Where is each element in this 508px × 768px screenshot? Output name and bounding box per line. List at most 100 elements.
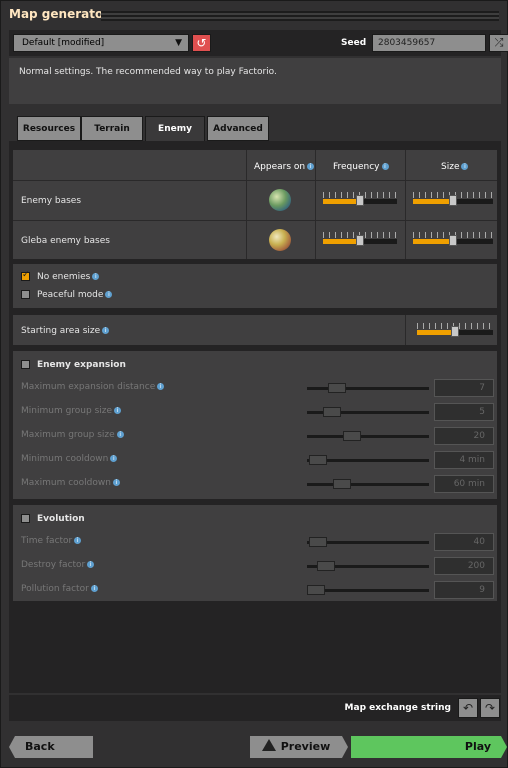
- evolution-setting-value-field[interactable]: 40: [434, 533, 494, 551]
- evolution-setting-slider[interactable]: [307, 561, 429, 571]
- map-exchange-string-label: Map exchange string: [344, 703, 451, 713]
- expansion-setting-slider[interactable]: [307, 479, 429, 489]
- slider-knob: [317, 561, 335, 571]
- enemy-bases-frequency-slider[interactable]: [323, 192, 397, 206]
- back-button[interactable]: Back: [9, 736, 93, 758]
- expansion-setting-slider[interactable]: [307, 455, 429, 465]
- info-icon: i: [110, 455, 118, 462]
- slider-knob: [333, 479, 351, 489]
- expansion-setting-slider[interactable]: [307, 407, 429, 417]
- expansion-setting-label: Minimum cooldown i: [21, 454, 118, 464]
- info-icon: i: [92, 273, 100, 280]
- export-icon: ↷: [484, 701, 496, 715]
- slider-knob: [309, 455, 327, 465]
- window-title: Map generator: [9, 7, 110, 21]
- preset-row: Default [modified] ▼ ↺ Seed 2803459657 ⤮: [9, 30, 508, 56]
- enemy-bases-table: Appears on i Frequency i Size i Enemy bases…: [13, 150, 497, 259]
- expansion-setting-value-field[interactable]: 60 min: [434, 475, 494, 493]
- reset-preset-button[interactable]: ↺: [192, 34, 211, 52]
- info-icon: i: [74, 537, 82, 544]
- evolution-setting-value-field[interactable]: 200: [434, 557, 494, 575]
- info-icon: i: [307, 163, 315, 170]
- info-icon: i: [87, 561, 95, 568]
- evolution-setting-slider[interactable]: [307, 585, 429, 595]
- evolution-setting-label: Pollution factor i: [21, 584, 98, 594]
- evolution-setting-slider[interactable]: [307, 537, 429, 547]
- warning-icon: [261, 739, 276, 751]
- evolution-checkbox[interactable]: [21, 514, 30, 523]
- titlebar-drag-handle[interactable]: [101, 11, 499, 21]
- starting-area-size-slider[interactable]: [417, 323, 493, 337]
- info-icon: i: [114, 407, 122, 414]
- seed-label: Seed: [341, 38, 367, 48]
- peaceful-mode-label: Peaceful mode i: [37, 290, 113, 300]
- expansion-setting-value-field[interactable]: 7: [434, 379, 494, 397]
- expansion-setting-value-field[interactable]: 4 min: [434, 451, 494, 469]
- randomize-seed-button[interactable]: ⤮: [489, 34, 508, 52]
- info-icon: i: [90, 585, 98, 592]
- enemy-options-group: No enemiesi Peaceful modei: [13, 264, 497, 308]
- row-label-enemy-bases: Enemy bases: [21, 196, 82, 206]
- info-icon: i: [102, 327, 110, 334]
- row-label-gleba-enemy-bases: Gleba enemy bases: [21, 236, 110, 246]
- expansion-setting-label: Maximum group size i: [21, 430, 124, 440]
- preset-value: Default [modified]: [22, 38, 105, 48]
- enemy-expansion-group: Enemy expansion Maximum expansion distan…: [13, 351, 497, 499]
- info-icon: i: [461, 163, 469, 170]
- info-icon: i: [157, 383, 165, 390]
- slider-knob: [323, 407, 341, 417]
- header-appears-on: Appears on i: [254, 162, 315, 172]
- map-generator-window: Map generator Default [modified] ▼ ↺ See…: [0, 0, 508, 768]
- peaceful-mode-checkbox[interactable]: [21, 290, 30, 299]
- import-exchange-string-button[interactable]: ↶: [458, 698, 478, 718]
- expansion-setting-label: Maximum expansion distance i: [21, 382, 165, 392]
- info-icon: i: [116, 431, 124, 438]
- nauvis-planet-icon: [269, 189, 291, 211]
- gleba-enemy-bases-size-slider[interactable]: [413, 232, 493, 246]
- no-enemies-checkbox[interactable]: [21, 270, 30, 281]
- expansion-setting-slider[interactable]: [307, 431, 429, 441]
- slider-knob: [309, 537, 327, 547]
- evolution-setting-label: Time factor i: [21, 536, 82, 546]
- starting-area-label: Starting area size i: [21, 326, 110, 336]
- tab-advanced[interactable]: Advanced: [207, 116, 269, 141]
- tab-enemy[interactable]: Enemy: [145, 116, 205, 143]
- chevron-down-icon: ▼: [175, 38, 182, 48]
- info-icon: i: [112, 479, 120, 486]
- evolution-setting-value-field[interactable]: 9: [434, 581, 494, 599]
- expansion-setting-label: Maximum cooldown i: [21, 478, 120, 488]
- info-icon: i: [381, 163, 389, 170]
- gleba-planet-icon: [269, 229, 291, 251]
- enemy-expansion-title: Enemy expansion: [37, 360, 126, 370]
- expansion-setting-value-field[interactable]: 5: [434, 403, 494, 421]
- shuffle-icon: ⤮: [494, 36, 504, 49]
- map-exchange-bar: Map exchange string ↶ ↷: [9, 695, 501, 721]
- evolution-group: Evolution Time factor i 40 Destroy factor i 2…: [13, 505, 497, 601]
- slider-knob: [328, 383, 346, 393]
- expansion-setting-label: Minimum group size i: [21, 406, 122, 416]
- expansion-setting-value-field[interactable]: 20: [434, 427, 494, 445]
- gleba-enemy-bases-frequency-slider[interactable]: [323, 232, 397, 246]
- header-frequency: Frequency i: [333, 162, 389, 172]
- no-enemies-label: No enemies i: [37, 272, 100, 282]
- seed-input[interactable]: 2803459657: [372, 34, 486, 52]
- preset-description: Normal settings. The recommended way to …: [9, 58, 501, 104]
- evolution-title: Evolution: [37, 514, 85, 524]
- play-button[interactable]: Play: [351, 736, 507, 758]
- expansion-setting-slider[interactable]: [307, 383, 429, 393]
- tab-terrain[interactable]: Terrain: [81, 116, 143, 141]
- preview-button[interactable]: Preview: [250, 736, 348, 758]
- header-size: Size i: [441, 162, 469, 172]
- reset-icon: ↺: [196, 36, 207, 50]
- evolution-setting-label: Destroy factor i: [21, 560, 95, 570]
- enemy-bases-size-slider[interactable]: [413, 192, 493, 206]
- slider-knob: [307, 585, 325, 595]
- tab-resources[interactable]: Resources: [17, 116, 81, 141]
- enemy-expansion-checkbox[interactable]: [21, 360, 30, 369]
- export-exchange-string-button[interactable]: ↷: [480, 698, 500, 718]
- starting-area-group: Starting area size i: [13, 315, 497, 345]
- preview-label: Preview: [280, 740, 331, 753]
- preset-dropdown[interactable]: Default [modified] ▼: [13, 34, 189, 52]
- enemy-tab-panel: Appears on i Frequency i Size i Enemy bases…: [9, 141, 501, 693]
- import-icon: ↶: [462, 701, 474, 715]
